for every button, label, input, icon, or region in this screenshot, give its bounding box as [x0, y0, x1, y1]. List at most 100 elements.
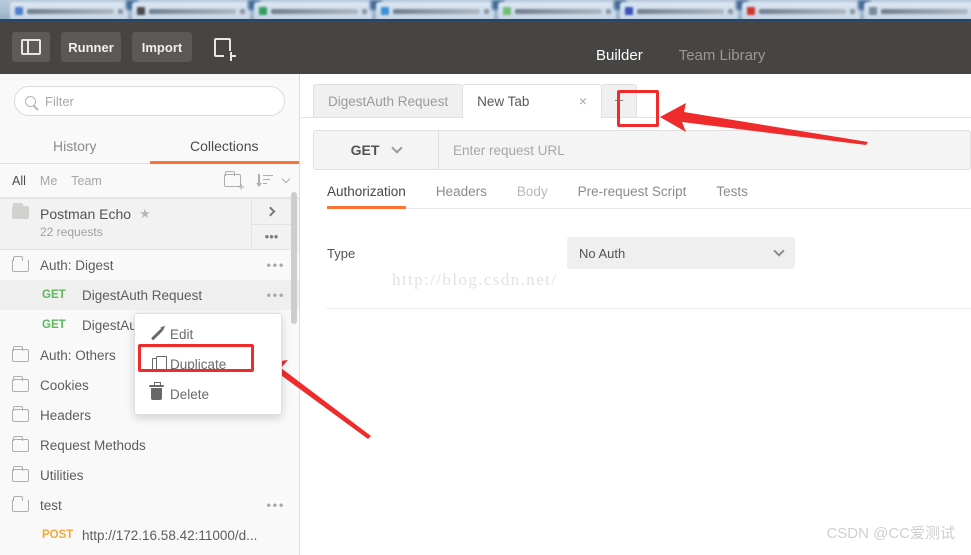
folder-icon	[12, 435, 29, 452]
browser-tab[interactable]	[254, 2, 372, 20]
folder-row[interactable]: Utilities	[0, 460, 299, 490]
auth-type-label: Type	[327, 245, 356, 261]
header-nav: Builder Team Library	[596, 47, 765, 77]
watermark-author: CSDN @CC爱测试	[826, 525, 955, 542]
import-button[interactable]: Import	[132, 32, 192, 62]
request-detail-tab-tests[interactable]: Tests	[716, 184, 748, 208]
collection-name: Postman Echo	[40, 206, 132, 222]
context-menu: Edit Duplicate Delete	[134, 313, 282, 415]
new-folder-icon[interactable]	[224, 171, 245, 193]
auth-type-value: No Auth	[579, 245, 626, 261]
sort-icon[interactable]	[256, 173, 279, 188]
request-detail-tab-authorization[interactable]: Authorization	[327, 184, 406, 209]
authorization-panel: Type No Auth	[301, 237, 971, 269]
scope-all[interactable]: All	[12, 174, 26, 188]
request-method-label: POST	[42, 529, 74, 541]
browser-tab[interactable]	[376, 2, 494, 20]
folder-label: Utilities	[40, 467, 84, 483]
sidebar-scrollbar[interactable]	[291, 192, 297, 324]
nav-tab-builder[interactable]: Builder	[596, 47, 643, 77]
request-detail-tabs: Authorization Headers Body Pre-request Scri…	[327, 184, 971, 209]
url-bar: GET	[313, 130, 971, 170]
row-more-button[interactable]: •••	[267, 258, 285, 273]
chevron-right-icon	[265, 206, 275, 217]
main-panel: DigestAuth Request New Tab × + GET Authoriz…	[301, 74, 971, 555]
folder-icon	[12, 495, 29, 512]
context-menu-item-duplicate[interactable]: Duplicate	[135, 349, 281, 379]
collection-actions: •••	[251, 199, 291, 249]
app-header: Runner Import Builder Team Library	[0, 21, 971, 77]
trash-icon	[148, 382, 170, 400]
folder-label: Auth: Others	[40, 347, 116, 363]
browser-tab[interactable]	[10, 2, 128, 20]
chevron-down-icon[interactable]	[281, 174, 291, 184]
method-selector[interactable]: GET	[314, 131, 439, 169]
folder-label: Request Methods	[40, 437, 146, 453]
browser-tab[interactable]	[132, 2, 250, 20]
row-more-button[interactable]: •••	[267, 498, 285, 513]
search-input[interactable]	[45, 93, 274, 109]
folder-label: Headers	[40, 407, 92, 423]
filter-box[interactable]	[14, 86, 285, 116]
folder-icon	[12, 405, 29, 422]
app-screenshot: Runner Import Builder Team Library Histo…	[0, 0, 971, 555]
folder-icon	[12, 375, 29, 392]
folder-row[interactable]: Request Methods	[0, 430, 299, 460]
new-window-button[interactable]	[203, 32, 241, 62]
request-url-input[interactable]	[439, 131, 970, 169]
panel-divider	[326, 308, 971, 309]
sidebar-tabs: History Collections	[0, 128, 299, 164]
request-tab-label: New Tab	[477, 93, 530, 109]
context-menu-item-delete[interactable]: Delete	[135, 379, 281, 409]
sidebar-toggle-button[interactable]	[12, 32, 50, 62]
collection-request-count: 22 requests	[40, 225, 103, 239]
close-icon[interactable]: ×	[555, 93, 587, 109]
request-row[interactable]: GET DigestAuth Request •••	[0, 280, 299, 310]
scope-team[interactable]: Team	[71, 174, 102, 188]
plus-icon: +	[614, 91, 625, 110]
panel-toggle-icon	[21, 39, 41, 55]
browser-tab[interactable]	[864, 2, 971, 20]
runner-button[interactable]: Runner	[61, 32, 121, 62]
request-label: DigestAuth Request	[82, 287, 203, 303]
request-row[interactable]: POST http://172.16.58.42:11000/d...	[0, 520, 299, 550]
folder-icon	[12, 203, 29, 219]
browser-tab[interactable]	[620, 2, 738, 20]
request-tab-label: DigestAuth Request	[328, 93, 449, 109]
scope-me[interactable]: Me	[40, 174, 57, 188]
browser-tab[interactable]	[742, 2, 860, 20]
folder-row[interactable]: test •••	[0, 490, 299, 520]
request-tab[interactable]: DigestAuth Request	[313, 84, 464, 117]
folder-icon	[12, 465, 29, 482]
add-tab-button[interactable]: +	[601, 84, 638, 117]
request-detail-tab-pre-request-script[interactable]: Pre-request Script	[578, 184, 687, 208]
context-menu-item-label: Edit	[170, 326, 194, 342]
auth-type-select[interactable]: No Auth	[567, 237, 795, 269]
browser-tab[interactable]	[498, 2, 616, 20]
context-menu-item-label: Delete	[170, 386, 210, 402]
filter-area	[0, 74, 299, 124]
chevron-down-icon	[773, 245, 785, 257]
request-tab[interactable]: New Tab ×	[462, 84, 603, 118]
folder-row[interactable]: Auth: Digest •••	[0, 250, 299, 280]
folder-icon	[12, 345, 29, 362]
folder-icon	[12, 255, 29, 272]
pencil-icon	[148, 327, 170, 341]
folder-label: test	[40, 497, 62, 513]
row-more-button[interactable]: •••	[267, 288, 285, 303]
star-icon[interactable]: ★	[139, 206, 151, 222]
collection-more-button[interactable]: •••	[252, 225, 291, 250]
request-detail-tab-headers[interactable]: Headers	[436, 184, 487, 208]
context-menu-item-edit[interactable]: Edit	[135, 319, 281, 349]
watermark-url: http://blog.csdn.net/	[392, 270, 558, 289]
nav-tab-team-library[interactable]: Team Library	[679, 47, 766, 77]
request-method-label: GET	[42, 289, 66, 301]
expand-collection-button[interactable]	[252, 199, 291, 225]
sidebar-tab-history[interactable]: History	[0, 128, 150, 163]
collection-row-featured[interactable]: Postman Echo ★ 22 requests •••	[0, 198, 299, 250]
sidebar-tab-collections[interactable]: Collections	[149, 128, 300, 164]
folder-label: Auth: Digest	[40, 257, 114, 273]
browser-tab-strip	[0, 0, 971, 21]
request-detail-tab-body[interactable]: Body	[517, 184, 548, 208]
request-tab-bar: DigestAuth Request New Tab × +	[301, 74, 971, 118]
